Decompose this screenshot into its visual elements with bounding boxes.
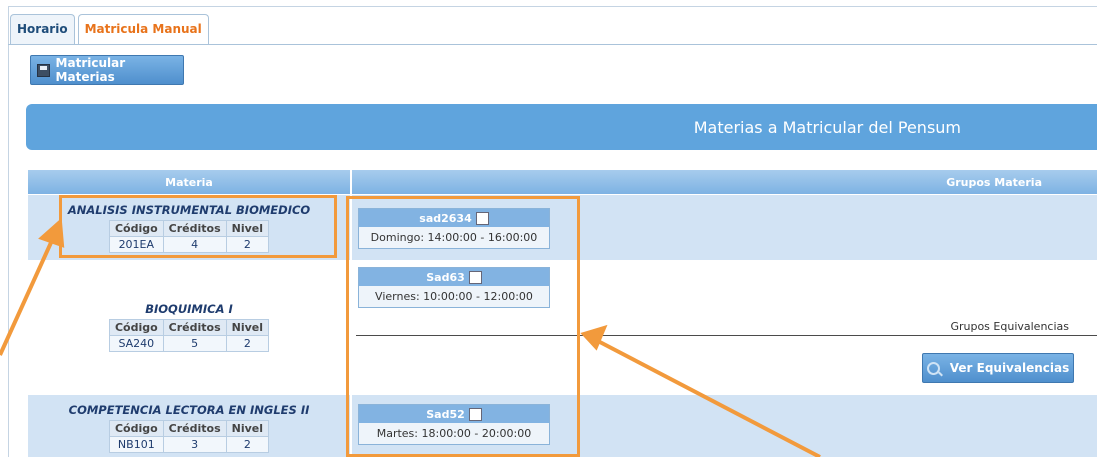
column-header-grupos: Grupos Materia [352, 170, 1097, 194]
tab-horario[interactable]: Horario [10, 14, 75, 44]
creditos-value: 5 [162, 335, 227, 352]
annotation-box-course [59, 195, 337, 258]
page-title: Materias a Matricular del Pensum [693, 117, 961, 137]
codigo-value: SA240 [108, 335, 164, 352]
tab-matricula-manual[interactable]: Matricula Manual [77, 14, 209, 45]
nivel-value: 2 [225, 436, 270, 453]
course-info: BIOQUIMICA I Código Créditos Nivel SA240 5 2 [28, 302, 350, 352]
matricular-materias-button[interactable]: Matricular Materias [30, 55, 184, 85]
course-name: BIOQUIMICA I [145, 302, 233, 316]
codigo-value: NB101 [108, 436, 164, 453]
course-details-table: Código Créditos Nivel NB101 3 2 [108, 420, 270, 453]
annotation-box-groups [346, 196, 580, 457]
ver-equivalencias-label: Ver Equivalencias [949, 361, 1070, 375]
codigo-header: Código [108, 319, 164, 336]
column-header-materia: Materia [28, 170, 350, 194]
ver-equivalencias-button[interactable]: Ver Equivalencias [922, 353, 1074, 383]
grupos-equivalencias-label: Grupos Equivalencias [950, 320, 1069, 333]
course-details-table: Código Créditos Nivel SA240 5 2 [108, 319, 270, 352]
creditos-header: Créditos [162, 420, 227, 437]
creditos-value: 3 [162, 436, 227, 453]
page-title-bar: Materias a Matricular del Pensum [26, 104, 1097, 150]
save-icon [37, 63, 50, 77]
column-header-materia-label: Materia [165, 175, 213, 189]
course-name: COMPETENCIA LECTORA EN INGLES II [68, 403, 310, 417]
nivel-header: Nivel [225, 319, 270, 336]
codigo-header: Código [108, 420, 164, 437]
course-info: COMPETENCIA LECTORA EN INGLES II Código C… [28, 403, 350, 453]
tab-divider [8, 44, 1097, 45]
magnifier-icon [926, 361, 940, 375]
column-header-grupos-label: Grupos Materia [946, 175, 1042, 189]
matricular-materias-label: Matricular Materias [55, 56, 126, 84]
tab-bar: Horario Matricula Manual [10, 14, 212, 45]
nivel-header: Nivel [225, 420, 270, 437]
nivel-value: 2 [225, 335, 270, 352]
creditos-header: Créditos [162, 319, 227, 336]
